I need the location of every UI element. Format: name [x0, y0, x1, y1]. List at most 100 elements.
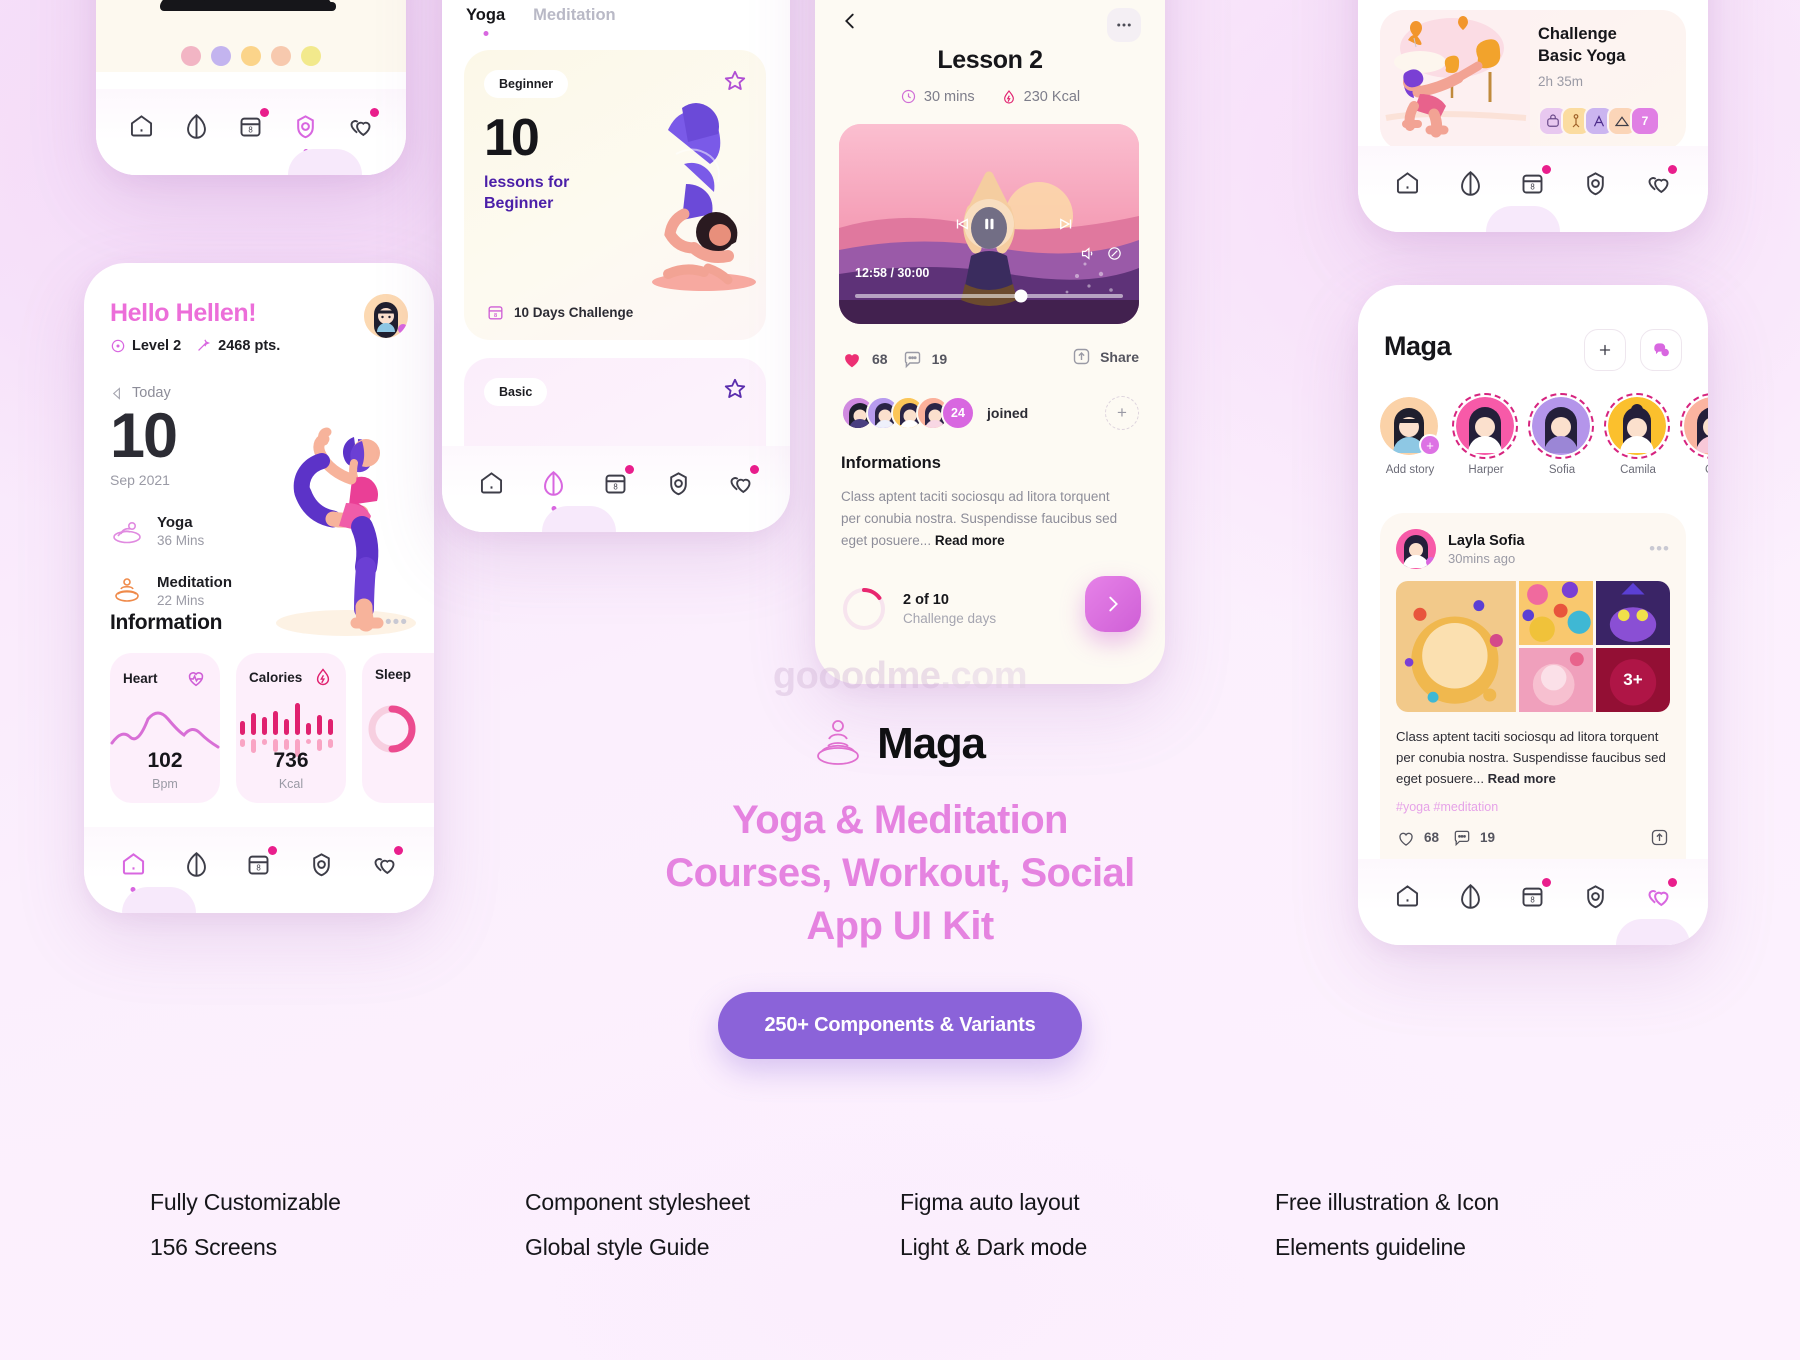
nav-item-home[interactable]: [1388, 164, 1426, 202]
information-title: Information: [110, 611, 223, 634]
video-progress-knob[interactable]: [1014, 289, 1028, 303]
story-label: Gla: [1684, 464, 1708, 476]
feature-column-1: Fully Customizable 156 Screens: [150, 1180, 525, 1270]
read-more-link[interactable]: Read more: [935, 533, 1005, 548]
feature-list: Fully Customizable 156 Screens Component…: [0, 1180, 1800, 1270]
chevron-right-icon: [1109, 596, 1118, 612]
feature-item: Global style Guide: [525, 1233, 710, 1260]
tab-meditation[interactable]: Meditation: [533, 6, 616, 25]
add-story-badge[interactable]: +: [1419, 434, 1441, 456]
tagline-line-3: App UI Kit: [806, 904, 994, 949]
svg-text:8: 8: [249, 125, 254, 134]
nav-item-lock[interactable]: [287, 107, 325, 154]
nav-item-leaf[interactable]: [535, 464, 573, 511]
lesson-card-beginner[interactable]: Beginner 10 lessons for Beginner 8 10 Da…: [464, 50, 766, 340]
lesson-title: Lesson 2: [937, 46, 1043, 74]
video-player[interactable]: 12:58 / 30:00: [839, 124, 1139, 324]
activity-duration: 36 Mins: [157, 532, 205, 548]
nav-item-lock[interactable]: [659, 464, 697, 502]
avatar: [1532, 397, 1590, 455]
bottom-nav-bar[interactable]: 8: [1358, 146, 1708, 232]
joined-avatars[interactable]: 24: [841, 396, 975, 430]
today-month-year: Sep 2021: [110, 471, 170, 488]
nav-item-calendar[interactable]: 8: [232, 107, 270, 145]
calorie-drop-icon: [1003, 89, 1014, 104]
forward-button[interactable]: [1049, 207, 1083, 241]
nav-item-leaf[interactable]: [1451, 164, 1489, 202]
phone-screen-challenge: Challenge Basic Yoga 2h 35m 7 8: [1358, 0, 1708, 232]
nav-item-calendar[interactable]: 8: [597, 464, 635, 502]
video-progress-bar[interactable]: [855, 289, 1123, 303]
story-harper[interactable]: Harper: [1452, 393, 1518, 476]
story-camila[interactable]: Camila: [1604, 393, 1670, 476]
hero-tagline: Yoga & Meditation Courses, Workout, Soci…: [0, 794, 1800, 954]
today-label: Today: [132, 385, 171, 401]
challenge-row: 8 10 Days Challenge: [486, 303, 633, 322]
more-options-button[interactable]: [1107, 8, 1141, 42]
post-media-item[interactable]: [1595, 581, 1670, 645]
today-day: 10: [110, 401, 178, 471]
information-header: Information •••: [110, 611, 408, 635]
watermark-text: gooodme: [772, 655, 941, 697]
tab-active-dot: [483, 31, 489, 36]
expand-icon[interactable]: [1106, 245, 1123, 262]
add-button[interactable]: [1584, 329, 1626, 371]
feature-column-4: Free illustration & Icon Elements guidel…: [1275, 1180, 1650, 1270]
user-meta: Level 2 2468 pts.: [110, 337, 280, 354]
avatar[interactable]: [364, 294, 408, 338]
chat-button[interactable]: [1640, 329, 1682, 371]
add-participant-button[interactable]: +: [1105, 396, 1139, 430]
clock-icon: [901, 89, 916, 104]
nav-item-home[interactable]: [472, 464, 510, 502]
today-label-row: Today: [110, 385, 232, 401]
nav-item-favorites[interactable]: [342, 107, 380, 145]
lesson-tabs[interactable]: Yoga Meditation: [466, 6, 616, 36]
points-icon: [198, 339, 211, 351]
nav-item-home[interactable]: [122, 107, 160, 145]
nav-item-lock[interactable]: [1577, 164, 1615, 202]
hero-branding: Maga Yoga & Meditation Courses, Workout,…: [0, 718, 1800, 1059]
phone-screen-workout-preview: 8: [96, 0, 406, 175]
like-button[interactable]: 68: [841, 348, 888, 370]
share-label: Share: [1100, 348, 1139, 365]
volume-icon[interactable]: [1079, 245, 1096, 262]
play-pause-button[interactable]: [964, 199, 1014, 249]
components-cta-button[interactable]: 250+ Components & Variants: [718, 991, 1082, 1059]
nav-item-favorites[interactable]: [722, 464, 760, 502]
challenge-card[interactable]: Challenge Basic Yoga 2h 35m 7: [1380, 10, 1686, 150]
back-button[interactable]: [839, 10, 861, 37]
feature-item: Component stylesheet: [525, 1189, 750, 1215]
comment-button[interactable]: 19: [902, 349, 947, 370]
post-media-item[interactable]: [1518, 581, 1593, 645]
nav-item-calendar[interactable]: 8: [1514, 164, 1552, 211]
stories-row[interactable]: + Add story Harper Sofia Camila: [1380, 393, 1708, 476]
feature-column-2: Component stylesheet Global style Guide: [525, 1180, 900, 1270]
avatar: [1456, 397, 1514, 455]
bottom-nav-bar[interactable]: 8: [442, 446, 790, 532]
dots-horizontal-icon[interactable]: •••: [385, 612, 408, 634]
story-add[interactable]: + Add story: [1380, 397, 1441, 476]
level-badge: Basic: [484, 378, 548, 406]
star-outline-icon[interactable]: [722, 376, 748, 407]
next-button[interactable]: [1085, 576, 1141, 632]
tab-yoga[interactable]: Yoga: [466, 6, 505, 36]
today-block: Today 10 Sep 2021 Yoga 36 Mins Meditatio…: [110, 385, 232, 608]
lesson-meta-row: 30 mins 230 Kcal: [815, 88, 1165, 105]
story-label: Harper: [1468, 464, 1504, 476]
lotus-meditation-icon: [817, 720, 860, 765]
activity-title: Yoga: [157, 513, 193, 531]
color-dots: [181, 46, 321, 66]
dots-horizontal-icon[interactable]: •••: [1649, 539, 1670, 559]
bottom-nav-bar[interactable]: 8: [96, 89, 406, 175]
online-status-badge: [1426, 557, 1436, 567]
story-gla[interactable]: Gla: [1680, 393, 1708, 476]
nav-item-leaf[interactable]: [177, 107, 215, 145]
share-button[interactable]: Share: [1071, 346, 1139, 367]
page-title: Maga: [1384, 331, 1452, 361]
nav-item-favorites[interactable]: [1640, 164, 1678, 202]
avatar-status-badge: [398, 324, 408, 334]
avatar[interactable]: [1396, 529, 1436, 569]
feature-item: 156 Screens: [150, 1233, 277, 1260]
information-heading: Informations: [841, 454, 941, 472]
story-sofia[interactable]: Sofia: [1528, 393, 1594, 476]
